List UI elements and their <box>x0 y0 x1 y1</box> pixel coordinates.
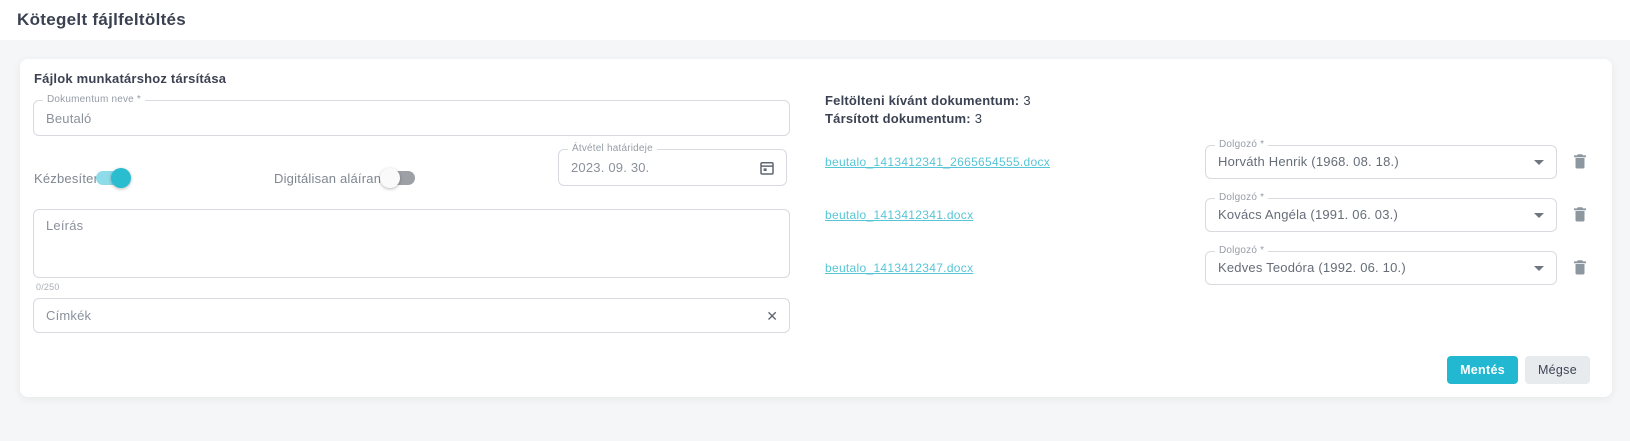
document-name-field: Dokumentum neve * <box>33 100 790 136</box>
employee-select-value: Kovács Angéla (1991. 06. 03.) <box>1218 199 1528 231</box>
document-name-input[interactable] <box>46 101 777 135</box>
document-name-label: Dokumentum neve * <box>43 94 145 105</box>
page-title: Kötegelt fájlfeltöltés <box>0 0 1630 40</box>
save-button[interactable]: Mentés <box>1447 356 1518 384</box>
clear-icon[interactable]: ✕ <box>766 307 778 325</box>
employee-select-label: Dolgozó * <box>1215 139 1268 150</box>
delete-assignment-button[interactable] <box>1570 205 1590 225</box>
file-link[interactable]: beutalo_1413412341_2665654555.docx <box>825 145 1050 179</box>
delete-assignment-button[interactable] <box>1570 258 1590 278</box>
employee-select-label: Dolgozó * <box>1215 245 1268 256</box>
chevron-down-icon <box>1534 266 1544 271</box>
batch-file-upload-screen: Kötegelt fájlfeltöltés Fájlok munkatársh… <box>0 0 1630 441</box>
page-header: Kötegelt fájlfeltöltés <box>0 0 1630 40</box>
employee-select[interactable]: Dolgozó * Horváth Henrik (1968. 08. 18.) <box>1205 145 1557 179</box>
assignment-row: beutalo_1413412341.docx Dolgozó * Kovács… <box>20 198 1612 232</box>
to-upload-label: Feltölteni kívánt dokumentum: <box>825 93 1019 108</box>
assignment-row: beutalo_1413412347.docx Dolgozó * Kedves… <box>20 251 1612 285</box>
cancel-button[interactable]: Mégse <box>1525 356 1590 384</box>
chevron-down-icon <box>1534 160 1544 165</box>
upload-summary: Feltölteni kívánt dokumentum: 3 Társított… <box>825 92 1031 128</box>
batch-upload-card: Fájlok munkatárshoz társítása Dokumentum… <box>20 59 1612 397</box>
employee-select-value: Horváth Henrik (1968. 08. 18.) <box>1218 146 1528 178</box>
summary-line-assigned: Társított dokumentum: 3 <box>825 110 1031 128</box>
employee-select-label: Dolgozó * <box>1215 192 1268 203</box>
employee-select[interactable]: Dolgozó * Kovács Angéla (1991. 06. 03.) <box>1205 198 1557 232</box>
chevron-down-icon <box>1534 213 1544 218</box>
tags-field: ✕ <box>33 298 790 333</box>
employee-select-value: Kedves Teodóra (1992. 06. 10.) <box>1218 252 1528 284</box>
assigned-label: Társított dokumentum: <box>825 111 971 126</box>
assigned-count: 3 <box>975 111 982 126</box>
file-link[interactable]: beutalo_1413412341.docx <box>825 198 973 232</box>
summary-line-to-upload: Feltölteni kívánt dokumentum: 3 <box>825 92 1031 110</box>
action-bar: Mentés Mégse <box>1447 356 1590 384</box>
file-link[interactable]: beutalo_1413412347.docx <box>825 251 973 285</box>
delete-assignment-button[interactable] <box>1570 152 1590 172</box>
assignment-row: beutalo_1413412341_2665654555.docx Dolgo… <box>20 145 1612 179</box>
employee-select[interactable]: Dolgozó * Kedves Teodóra (1992. 06. 10.) <box>1205 251 1557 285</box>
section-title: Fájlok munkatárshoz társítása <box>34 71 226 86</box>
to-upload-count: 3 <box>1023 93 1030 108</box>
tags-input[interactable] <box>46 299 777 332</box>
